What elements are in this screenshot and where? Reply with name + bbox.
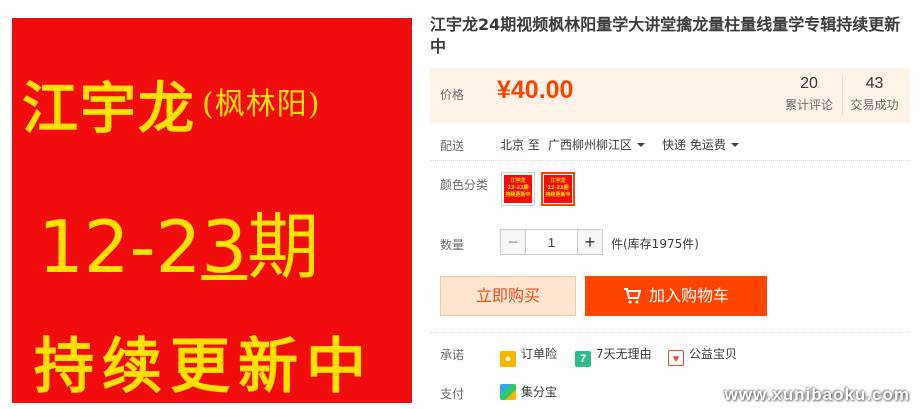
shipping-method: 快递 免运费 [662, 138, 726, 152]
image-line-episodes-pre: 12-2 [38, 205, 202, 289]
quantity-label: 数量 [440, 238, 465, 252]
image-line-episodes-mid: 3 [201, 205, 248, 289]
product-title: 江宇龙24期视频枫林阳量学大讲堂擒龙量柱量线量学专辑持续更新中 [430, 15, 901, 56]
color-option-2[interactable]: 江宇龙 12-23期 持续更新中 [541, 172, 575, 206]
payment-jifenbao[interactable]: 集分宝 [500, 383, 557, 400]
promise-item-label: 7天无理由 [596, 347, 652, 361]
review-count: 20 [800, 75, 818, 92]
color-option-thumb: 江宇龙 12-23期 持续更新中 [544, 175, 572, 203]
price-panel: 价格 ¥40.00 20 累计评论 43 交易成功 [430, 68, 910, 123]
image-line-episodes: 12-23期 [38, 188, 319, 293]
delivery-from: 北京 至 [500, 138, 540, 152]
color-label: 颜色分类 [440, 178, 489, 192]
price-value: ¥40.00 [497, 76, 574, 104]
review-label: 累计评论 [784, 98, 833, 112]
add-to-cart-label: 加入购物车 [648, 286, 729, 305]
order-insurance-icon: ● [500, 351, 516, 367]
shipping-method-dropdown[interactable]: 快递 免运费 [662, 136, 739, 153]
quantity-decrease-button[interactable]: − [500, 229, 526, 255]
charity-icon: ♥ [668, 350, 684, 366]
promise-item-label: 订单险 [521, 347, 558, 361]
divider [430, 160, 910, 161]
cart-icon [623, 288, 641, 304]
stock-info: 件(库存1975件) [611, 237, 699, 251]
promise-seven-day-return[interactable]: 7 7天无理由 [575, 345, 652, 367]
add-to-cart-button[interactable]: 加入购物车 [585, 276, 767, 316]
promise-charity[interactable]: ♥ 公益宝贝 [668, 345, 737, 366]
review-stat[interactable]: 20 累计评论 [777, 75, 841, 113]
promise-item-label: 公益宝贝 [689, 347, 738, 361]
divider [430, 332, 910, 333]
promise-order-insurance[interactable]: ● 订单险 [500, 345, 557, 367]
trade-count: 43 [865, 75, 884, 92]
promise-label: 承诺 [440, 348, 465, 362]
quantity-increase-button[interactable]: + [577, 229, 603, 255]
color-option-1[interactable]: 江宇龙 12-22期 持续更新中 [501, 172, 535, 206]
product-main-image[interactable]: 江宇龙 (枫林阳) 12-23期 持续更新中 [12, 18, 412, 403]
quantity-input[interactable] [526, 229, 577, 255]
color-option-thumb: 江宇龙 12-22期 持续更新中 [504, 175, 532, 203]
watermark: www.xunibaoku.com [724, 385, 910, 404]
delivery-destination-dropdown[interactable]: 广西柳州柳江区 [548, 136, 646, 153]
chevron-down-icon [730, 143, 739, 147]
image-line-episodes-post: 期 [247, 205, 320, 289]
image-line-author-sub: (枫林阳) [202, 87, 321, 122]
seven-day-return-icon: 7 [575, 351, 591, 367]
buy-now-button[interactable]: 立即购买 [440, 276, 576, 316]
delivery-destination: 广西柳州柳江区 [548, 138, 633, 152]
delivery-label: 配送 [440, 139, 465, 153]
image-line-status: 持续更新中 [34, 332, 374, 402]
trade-label: 交易成功 [850, 98, 899, 112]
chevron-down-icon [637, 143, 646, 147]
payment-label: 支付 [440, 387, 465, 401]
payment-item-label: 集分宝 [521, 385, 558, 399]
price-label: 价格 [440, 88, 465, 102]
trade-stat: 43 交易成功 [842, 75, 906, 115]
jifenbao-icon [500, 384, 516, 400]
image-line-author: 江宇龙 (枫林阳) [22, 76, 321, 142]
